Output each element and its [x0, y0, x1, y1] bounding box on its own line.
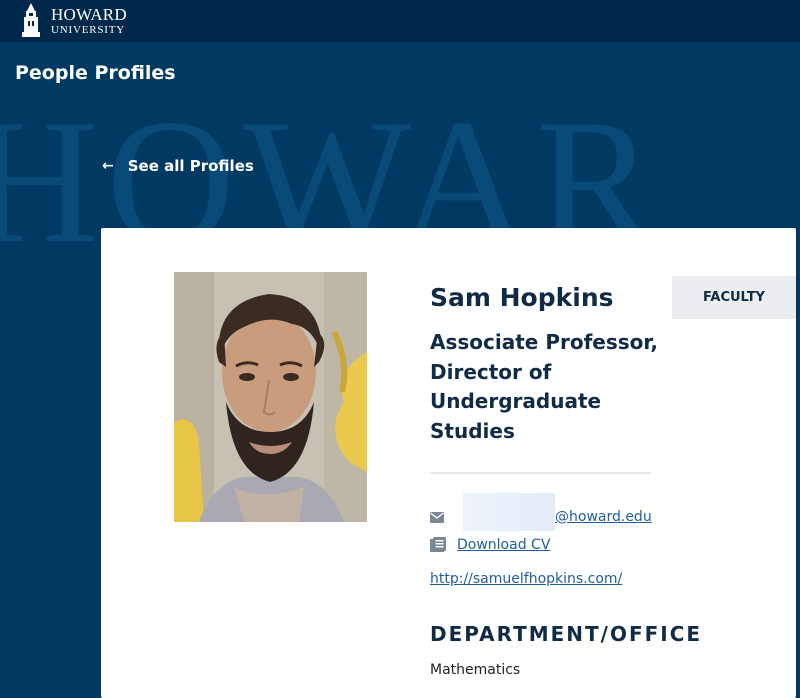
- howard-university-logo[interactable]: HOWARD UNIVERSITY: [19, 2, 127, 40]
- portrait-illustration: [174, 272, 367, 522]
- department-heading: DEPARTMENT/OFFICE: [430, 622, 703, 646]
- redacted-email-user: [463, 493, 555, 531]
- profile-job-title: Associate Professor, Director of Undergr…: [430, 330, 658, 443]
- divider: [430, 472, 651, 474]
- department-value: Mathematics: [430, 662, 521, 678]
- download-cv-link[interactable]: Download CV: [457, 537, 550, 553]
- document-icon: [430, 537, 446, 553]
- website-row: http://samuelfhopkins.com/: [430, 571, 622, 587]
- back-link-label: See all Profiles: [127, 157, 254, 175]
- arrow-left-icon: ←: [102, 158, 114, 174]
- bell-tower-icon: [22, 3, 40, 37]
- page-title: People Profiles: [15, 62, 176, 84]
- website-link[interactable]: http://samuelfhopkins.com/: [430, 571, 622, 587]
- envelope-icon: [430, 511, 444, 523]
- see-all-profiles-link[interactable]: ← See all Profiles: [102, 157, 254, 175]
- email-link[interactable]: @howard.edu: [555, 509, 652, 525]
- email-row: @howard.edu: [430, 493, 652, 531]
- top-navigation-bar: HOWARD UNIVERSITY: [0, 0, 800, 42]
- cv-row: Download CV: [430, 537, 550, 553]
- profile-card: Sam Hopkins FACULTY Associate Professor,…: [101, 228, 796, 698]
- profile-photo: [174, 272, 367, 522]
- logo-line-howard: HOWARD: [51, 5, 127, 24]
- logo-line-university: UNIVERSITY: [51, 24, 125, 36]
- profile-name: Sam Hopkins: [430, 283, 614, 312]
- faculty-badge: FACULTY: [672, 276, 796, 319]
- logo-wordmark: HOWARD UNIVERSITY: [51, 6, 127, 36]
